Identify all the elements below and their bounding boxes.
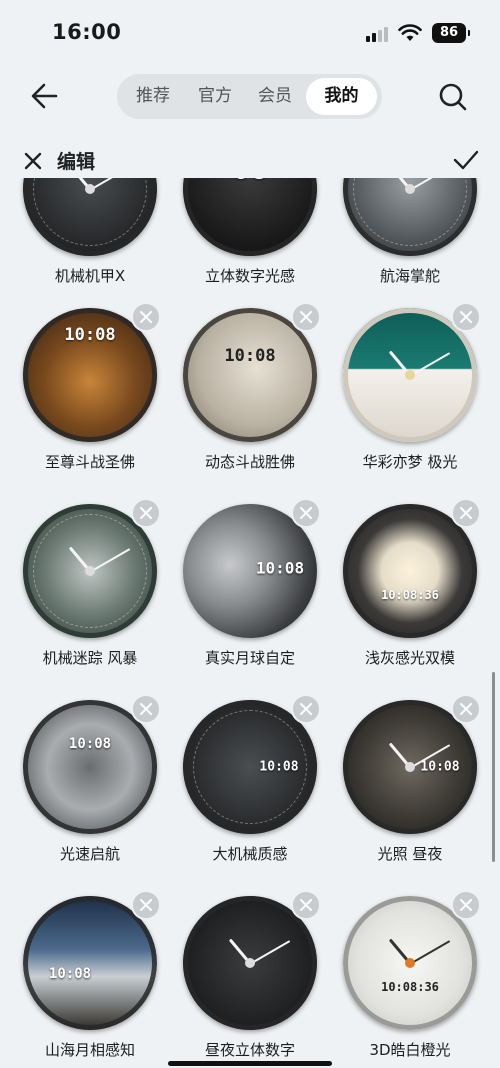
close-icon: [24, 152, 42, 170]
close-icon: [140, 703, 152, 715]
close-icon: [300, 703, 312, 715]
watch-face-card[interactable]: 10:08 光照 昼夜: [330, 694, 490, 880]
cellular-signal-icon: [366, 26, 392, 42]
wifi-icon: [398, 24, 422, 42]
watch-face-card[interactable]: 机械迷踪 风暴: [10, 498, 170, 684]
home-indicator[interactable]: [168, 1061, 332, 1066]
watch-face-card[interactable]: 10:08:36 3D皓白橙光: [330, 890, 490, 1068]
watch-face-name: 机械机甲X: [54, 267, 126, 285]
close-icon: [140, 899, 152, 911]
search-button[interactable]: [436, 80, 470, 114]
close-icon: [300, 507, 312, 519]
remove-face-button[interactable]: [291, 694, 321, 724]
watch-face-card[interactable]: 10:08 真实月球自定: [170, 498, 330, 684]
tab-official[interactable]: 官方: [189, 74, 241, 119]
arrow-left-icon: [31, 83, 58, 109]
watch-face-name: 3D皓白橙光: [369, 1041, 451, 1059]
back-button[interactable]: [26, 78, 66, 114]
close-icon: [300, 311, 312, 323]
status-time: 16:00: [52, 20, 122, 44]
remove-face-button[interactable]: [291, 890, 321, 920]
watch-face-preview: [23, 178, 157, 256]
watch-face-name: 光照 昼夜: [377, 845, 443, 863]
tab-recommended[interactable]: 推荐: [127, 74, 179, 119]
watch-face-name: 动态斗战胜佛: [204, 453, 295, 471]
edit-title: 编辑: [57, 151, 96, 173]
remove-face-button[interactable]: [451, 890, 481, 920]
watch-face-name: 立体数字光感: [204, 267, 295, 285]
watch-face-name: 大机械质感: [212, 845, 288, 863]
status-bar: 16:00 86: [0, 0, 500, 60]
scrollbar[interactable]: [492, 672, 495, 862]
watch-face-card[interactable]: 10:08 大机械质感: [170, 694, 330, 880]
watch-face-preview: 08: [183, 178, 317, 256]
watch-face-name: 至尊斗战圣佛: [44, 453, 135, 471]
remove-face-button[interactable]: [291, 302, 321, 332]
watch-face-card[interactable]: 10:08 光速启航: [10, 694, 170, 880]
confirm-button[interactable]: [452, 148, 480, 172]
watch-face-name: 华彩亦梦 极光: [362, 453, 458, 471]
watch-face-name: 航海掌舵: [379, 267, 440, 285]
remove-face-button[interactable]: [451, 694, 481, 724]
close-icon: [140, 311, 152, 323]
watch-face-card[interactable]: 航海掌舵: [330, 178, 490, 302]
watch-face-card[interactable]: 昼夜立体数字: [170, 890, 330, 1068]
close-icon: [460, 899, 472, 911]
remove-face-button[interactable]: [131, 498, 161, 528]
watch-face-card[interactable]: 10:08:36 浅灰感光双模: [330, 498, 490, 684]
remove-face-button[interactable]: [451, 498, 481, 528]
close-icon: [460, 507, 472, 519]
watch-face-preview: [343, 178, 477, 256]
watch-face-card[interactable]: 10:08 动态斗战胜佛: [170, 302, 330, 488]
remove-face-button[interactable]: [291, 498, 321, 528]
watch-face-name: 山海月相感知: [44, 1041, 135, 1059]
close-edit-button[interactable]: [22, 150, 44, 172]
close-icon: [460, 311, 472, 323]
remove-face-button[interactable]: [131, 694, 161, 724]
watch-face-grid: 机械机甲X 08 立体数字光感 航海掌舵 10:08 至尊斗战圣佛 10:08: [0, 178, 500, 1068]
remove-face-button[interactable]: [131, 890, 161, 920]
close-icon: [460, 703, 472, 715]
remove-face-button[interactable]: [131, 302, 161, 332]
watch-face-card[interactable]: 华彩亦梦 极光: [330, 302, 490, 488]
watch-face-card[interactable]: 机械机甲X: [10, 178, 170, 302]
watch-face-name: 机械迷踪 风暴: [42, 649, 138, 667]
battery-indicator: 86: [432, 23, 470, 43]
watch-face-name: 浅灰感光双模: [364, 649, 455, 667]
checkmark-icon: [453, 150, 479, 170]
search-icon: [439, 83, 467, 111]
tab-member[interactable]: 会员: [249, 74, 301, 119]
watch-face-name: 真实月球自定: [204, 649, 295, 667]
category-tabs: 推荐 官方 会员 我的: [117, 74, 382, 119]
tab-mine[interactable]: 我的: [306, 78, 377, 115]
remove-face-button[interactable]: [451, 302, 481, 332]
watch-face-card[interactable]: 10:08 山海月相感知: [10, 890, 170, 1068]
watch-face-name: 光速启航: [59, 845, 120, 863]
watch-face-name: 昼夜立体数字: [204, 1041, 295, 1059]
watch-face-card[interactable]: 08 立体数字光感: [170, 178, 330, 302]
watch-face-card[interactable]: 10:08 至尊斗战圣佛: [10, 302, 170, 488]
close-icon: [300, 899, 312, 911]
close-icon: [140, 507, 152, 519]
